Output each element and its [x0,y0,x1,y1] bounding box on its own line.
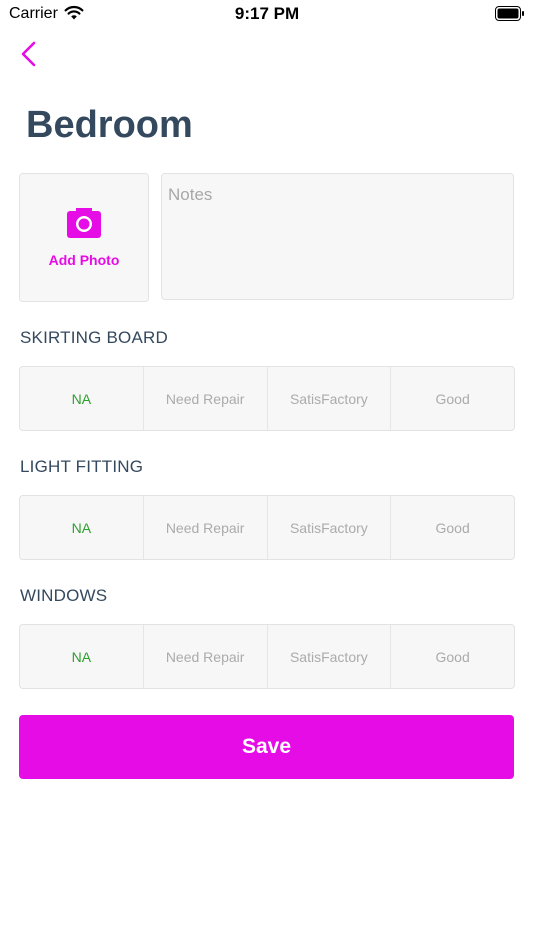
option-na[interactable]: NA [20,625,144,688]
light-fitting-condition-selector: NA Need Repair SatisFactory Good [19,495,515,560]
skirting-board-condition-selector: NA Need Repair SatisFactory Good [19,366,515,431]
add-photo-button[interactable]: Add Photo [19,173,149,302]
back-button[interactable] [16,38,46,70]
option-need-repair[interactable]: Need Repair [144,625,268,688]
status-time: 9:17 PM [234,4,300,23]
windows-condition-selector: NA Need Repair SatisFactory Good [19,624,515,689]
option-satisfactory[interactable]: SatisFactory [268,496,392,559]
add-photo-label: Add Photo [48,252,120,268]
notes-field[interactable] [161,173,514,300]
battery-icon [495,6,524,21]
option-na[interactable]: NA [20,496,144,559]
option-need-repair[interactable]: Need Repair [144,367,268,430]
camera-icon [67,208,101,238]
option-na[interactable]: NA [20,367,144,430]
option-satisfactory[interactable]: SatisFactory [268,367,392,430]
save-button[interactable]: Save [19,715,514,779]
section-title-windows: WINDOWS [20,586,108,605]
status-bar: Carrier 9:17 PM [0,0,534,28]
page-title: Bedroom [26,104,193,146]
section-title-skirting-board: SKIRTING BOARD [20,328,168,347]
option-good[interactable]: Good [391,496,514,559]
option-satisfactory[interactable]: SatisFactory [268,625,392,688]
chevron-left-icon [21,41,36,67]
option-good[interactable]: Good [391,367,514,430]
option-good[interactable]: Good [391,625,514,688]
option-need-repair[interactable]: Need Repair [144,496,268,559]
section-title-light-fitting: LIGHT FITTING [20,457,144,476]
